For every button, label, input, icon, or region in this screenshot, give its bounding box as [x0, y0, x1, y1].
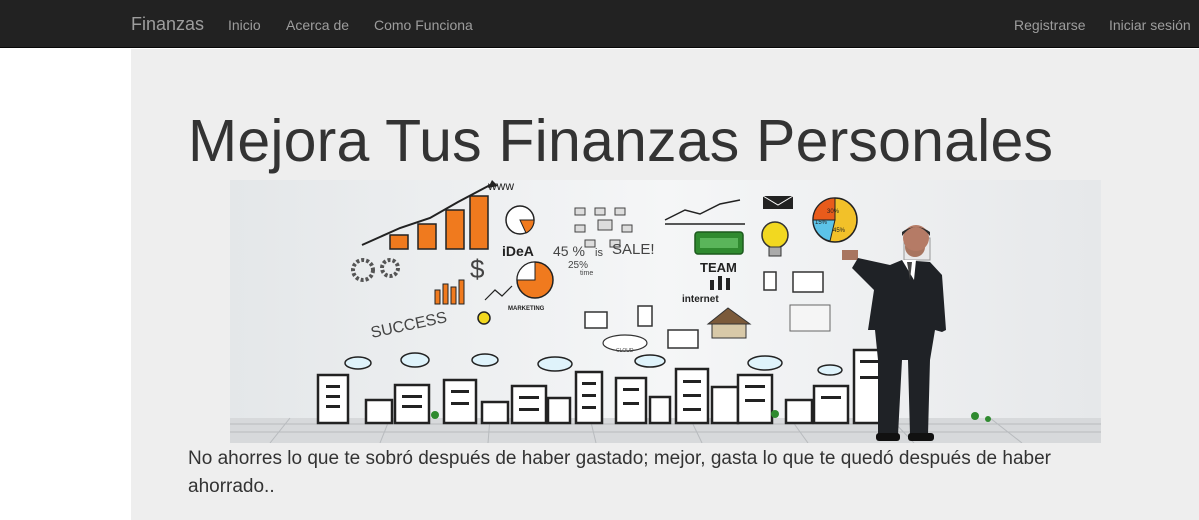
nav-link-acerca-de[interactable]: Acerca de	[286, 16, 349, 34]
image-label-pie-c: 45%	[833, 228, 846, 234]
nav-link-como-funciona[interactable]: Como Funciona	[374, 16, 473, 34]
nav-link-iniciar-sesion[interactable]: Iniciar sesión	[1109, 16, 1191, 34]
image-label-internet: internet	[682, 294, 719, 305]
hero-illustration: www 30% 15% 45% iDeA 45 % is SALE! $ 25%…	[230, 180, 1101, 443]
top-navbar: Finanzas Inicio Acerca de Como Funciona …	[0, 0, 1199, 48]
nav-link-inicio[interactable]: Inicio	[228, 16, 261, 34]
image-label-pie-a: 30%	[827, 209, 840, 215]
business-doodle-image: www 30% 15% 45% iDeA 45 % is SALE! $ 25%…	[230, 180, 1101, 443]
svg-text:$: $	[470, 254, 485, 284]
brand-link[interactable]: Finanzas	[131, 14, 204, 34]
image-label-sale: SALE!	[612, 241, 655, 258]
image-label-www: www	[487, 180, 514, 193]
image-label-marketing: MARKETING	[508, 306, 545, 312]
image-label-team: TEAM	[700, 260, 737, 275]
image-label-percent: 45 %	[553, 243, 585, 259]
hero-tagline: No ahorres lo que te sobró después de ha…	[188, 448, 1051, 497]
image-label-idea: iDeA	[502, 243, 534, 259]
image-label-is: is	[595, 247, 603, 259]
page-title: Mejora Tus Finanzas Personales	[188, 108, 1054, 174]
hero-jumbotron: Mejora Tus Finanzas Personales www 30% 1…	[131, 49, 1199, 520]
nav-link-registrarse[interactable]: Registrarse	[1014, 16, 1086, 34]
image-label-time: time	[580, 270, 593, 277]
image-label-cloud: CLOUD	[616, 348, 634, 354]
image-label-pie-b: 15%	[815, 220, 828, 226]
